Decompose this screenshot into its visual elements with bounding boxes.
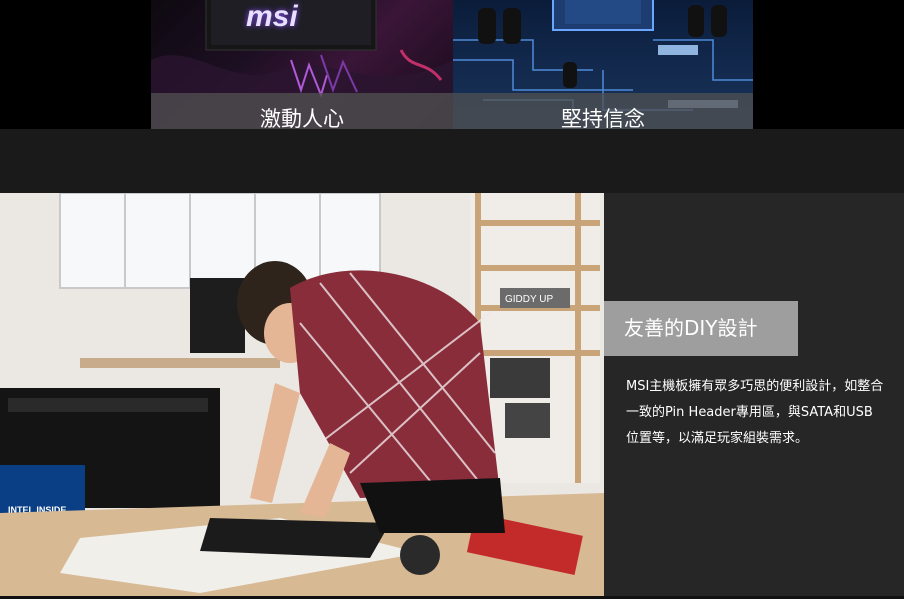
gallery-caption-belief: 堅持信念 [453,93,753,129]
gallery-tile-belief[interactable]: 堅持信念 [453,0,753,129]
feature-description: MSI主機板擁有眾多巧思的便利設計，如整合一致的Pin Header專用區，與S… [626,379,884,446]
section-divider-band [0,129,904,193]
builder-scene: GIDDY UP INTEL INSIDE [0,193,604,596]
feature-panel: 友善的DIY設計 MSI主機板擁有眾多巧思的便利設計，如整合一致的Pin Hea… [604,193,904,596]
shelf-sign: GIDDY UP [505,294,553,305]
gallery-caption-excitement: 激動人心 [151,93,453,129]
gallery-tile-excitement[interactable]: msi 激動人心 [151,0,453,129]
feature-title: 友善的DIY設計 [604,301,798,356]
diy-builder-photo: GIDDY UP INTEL INSIDE [0,193,604,596]
msi-logo: msi [246,0,298,33]
